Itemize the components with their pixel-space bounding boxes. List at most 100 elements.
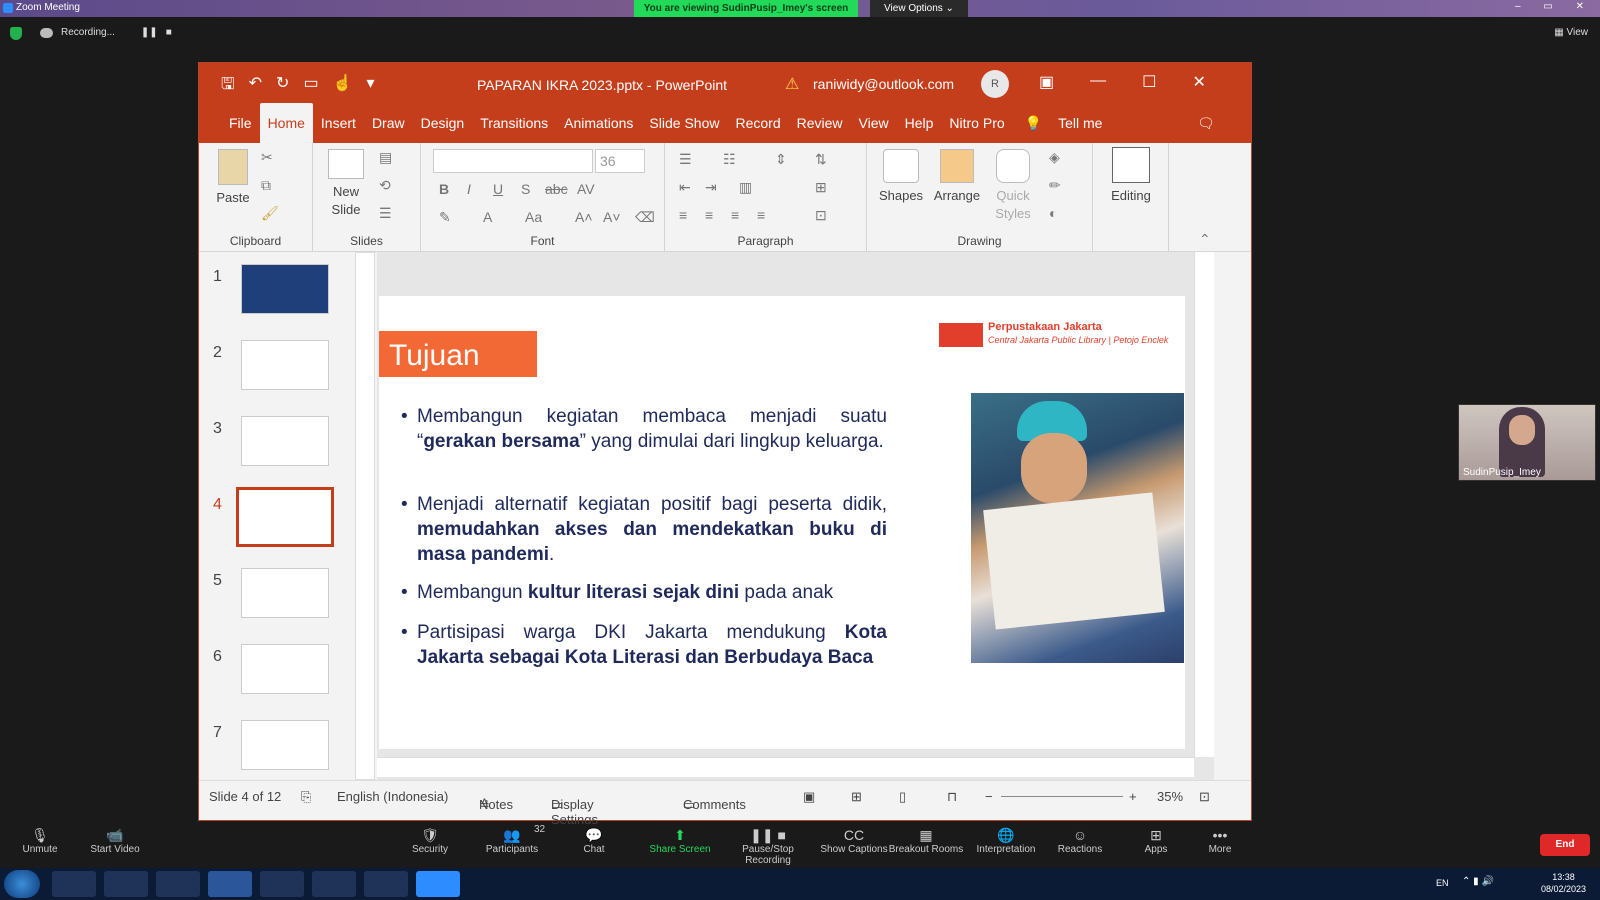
end-button[interactable]: End bbox=[1540, 834, 1590, 856]
font-size-field[interactable]: 36 bbox=[595, 149, 645, 173]
media-player-icon[interactable] bbox=[156, 871, 200, 897]
tell-me-search[interactable]: Tell me bbox=[1050, 103, 1110, 143]
slide-thumb-7[interactable] bbox=[241, 720, 329, 770]
bullets-icon[interactable]: ☰ bbox=[679, 151, 692, 168]
stop-recording-icon[interactable]: ■ bbox=[166, 27, 172, 38]
quick-styles-button[interactable]: Quick Styles bbox=[985, 149, 1041, 223]
strikethrough-icon[interactable]: abc bbox=[545, 181, 568, 197]
tab-help[interactable]: Help bbox=[897, 103, 942, 143]
account-email[interactable]: raniwidy@outlook.com bbox=[813, 76, 954, 92]
font-name-field[interactable] bbox=[433, 149, 593, 173]
ribbon-display-icon[interactable]: ▣ bbox=[1039, 72, 1054, 92]
horizontal-scrollbar[interactable] bbox=[377, 757, 1194, 777]
zoom-out-icon[interactable]: − bbox=[985, 789, 993, 804]
underline-icon[interactable]: U bbox=[493, 181, 503, 197]
char-spacing-icon[interactable]: AV bbox=[577, 181, 595, 197]
shape-fill-icon[interactable]: ◈ bbox=[1049, 149, 1060, 166]
maximize-icon[interactable]: ☐ bbox=[1142, 72, 1156, 92]
chrome-icon[interactable] bbox=[312, 871, 356, 897]
language-status[interactable]: English (Indonesia) bbox=[337, 789, 448, 804]
sticky-notes-icon[interactable] bbox=[260, 871, 304, 897]
slideshow-icon[interactable]: ⊓ bbox=[947, 789, 957, 805]
tab-draw[interactable]: Draw bbox=[364, 103, 413, 143]
zoom-app-icon[interactable] bbox=[416, 871, 460, 897]
view-button[interactable]: ▦ View bbox=[1554, 27, 1588, 38]
line-spacing-icon[interactable]: ⇕ bbox=[775, 151, 787, 168]
copy-icon[interactable]: ⧉ bbox=[261, 177, 271, 194]
zoom-btn-breakout-rooms[interactable]: ▦ Breakout Rooms bbox=[886, 824, 966, 855]
current-slide[interactable]: Tujuan Perpustakaan Jakarta Central Jaka… bbox=[379, 296, 1185, 749]
redo-icon[interactable]: ↻ bbox=[276, 73, 289, 100]
zoom-in-icon[interactable]: + bbox=[1129, 789, 1137, 804]
zoom-btn-interpretation[interactable]: 🌐 Interpretation bbox=[966, 824, 1046, 855]
collapse-ribbon-icon[interactable]: ⌃ bbox=[1199, 231, 1211, 248]
decrease-font-icon[interactable]: A˅ bbox=[603, 209, 621, 225]
bold-icon[interactable]: B bbox=[439, 181, 449, 197]
tab-insert[interactable]: Insert bbox=[313, 103, 364, 143]
italic-icon[interactable]: I bbox=[467, 181, 471, 197]
slide-thumb-5[interactable] bbox=[241, 568, 329, 618]
zoom-btn-chat[interactable]: 💬 Chat bbox=[554, 824, 634, 855]
columns-icon[interactable]: ▥ bbox=[739, 179, 752, 196]
align-text-icon[interactable]: ⊞ bbox=[815, 179, 827, 196]
touch-mode-icon[interactable]: ☝ bbox=[333, 73, 353, 100]
slide-thumb-6[interactable] bbox=[241, 644, 329, 694]
zoom-btn-reactions[interactable]: ☺ Reactions bbox=[1040, 824, 1120, 855]
tab-nitro-pro[interactable]: Nitro Pro bbox=[941, 103, 1012, 143]
close-icon[interactable]: ✕ bbox=[1192, 72, 1205, 92]
tray-icons[interactable]: ⌃ ▮ 🔊 bbox=[1462, 876, 1494, 887]
smartart-icon[interactable]: ⊡ bbox=[815, 207, 827, 224]
shape-effects-icon[interactable]: ◐ bbox=[1049, 205, 1057, 221]
clear-format-icon[interactable]: ⌫ bbox=[635, 209, 655, 226]
layout-icon[interactable]: ▤ bbox=[379, 149, 392, 166]
tab-review[interactable]: Review bbox=[789, 103, 851, 143]
zoom-slider[interactable] bbox=[1001, 796, 1123, 797]
tab-design[interactable]: Design bbox=[413, 103, 473, 143]
cut-icon[interactable]: ✂ bbox=[261, 149, 273, 166]
tab-file[interactable]: File bbox=[221, 103, 260, 143]
slide-thumb-4[interactable] bbox=[236, 487, 334, 547]
tab-home[interactable]: Home bbox=[259, 103, 313, 143]
pause-recording-icon[interactable]: ❚❚ bbox=[141, 27, 158, 38]
align-right-icon[interactable]: ≡ bbox=[731, 207, 739, 223]
ie-icon[interactable] bbox=[52, 871, 96, 897]
tab-transitions[interactable]: Transitions bbox=[472, 103, 556, 143]
undo-icon[interactable]: ↶ bbox=[249, 73, 262, 100]
font-color-icon[interactable]: A bbox=[483, 209, 492, 225]
shapes-button[interactable]: Shapes bbox=[875, 149, 927, 205]
zoom-btn-pause-stop-recording[interactable]: ❚❚ ■ Pause/Stop Recording bbox=[728, 824, 808, 866]
clock[interactable]: 13:38 08/02/2023 bbox=[1541, 871, 1586, 895]
vertical-scrollbar[interactable] bbox=[1194, 252, 1214, 757]
slide-sorter-icon[interactable]: ⊞ bbox=[851, 789, 862, 805]
accessibility-icon[interactable]: ⎘ bbox=[301, 789, 311, 805]
zoom-btn-unmute[interactable]: 🎙 Unmute bbox=[0, 824, 80, 855]
new-slide-button[interactable]: New Slide bbox=[321, 149, 371, 219]
comments-icon[interactable]: 🗨 bbox=[1189, 103, 1223, 143]
justify-icon[interactable]: ≡ bbox=[757, 207, 765, 223]
zoom-btn-security[interactable]: 🛡 Security bbox=[390, 824, 470, 855]
arrange-button[interactable]: Arrange bbox=[929, 149, 985, 205]
format-painter-icon[interactable]: 🖌 bbox=[261, 205, 279, 222]
tab-record[interactable]: Record bbox=[727, 103, 788, 143]
highlight-icon[interactable]: ✎ bbox=[439, 209, 451, 226]
view-options-button[interactable]: View Options ⌄ bbox=[870, 0, 968, 17]
zoom-btn-show-captions[interactable]: CC Show Captions bbox=[814, 824, 894, 855]
customize-qat-icon[interactable]: ▾ bbox=[367, 73, 375, 100]
editing-button[interactable]: Editing bbox=[1103, 147, 1159, 205]
increase-indent-icon[interactable]: ⇥ bbox=[705, 179, 717, 196]
tab-view[interactable]: View bbox=[851, 103, 897, 143]
reading-view-icon[interactable]: ▯ bbox=[899, 789, 906, 805]
normal-view-icon[interactable]: ▣ bbox=[803, 789, 815, 805]
thumbs-scrollbar[interactable] bbox=[355, 252, 375, 780]
align-center-icon[interactable]: ≡ bbox=[705, 207, 713, 223]
numbering-icon[interactable]: ☷ bbox=[723, 151, 736, 168]
slide-thumb-3[interactable] bbox=[241, 416, 329, 466]
zoom-btn-share-screen[interactable]: ⬆ Share Screen bbox=[640, 824, 720, 855]
section-icon[interactable]: ☰ bbox=[379, 205, 392, 222]
fit-slide-icon[interactable]: ⊡ bbox=[1199, 789, 1210, 805]
explorer-icon[interactable] bbox=[104, 871, 148, 897]
zoom-level[interactable]: 35% bbox=[1157, 789, 1183, 804]
present-icon[interactable]: ▭ bbox=[303, 73, 318, 100]
shadow-icon[interactable]: S bbox=[521, 181, 530, 197]
start-button[interactable] bbox=[4, 870, 40, 898]
